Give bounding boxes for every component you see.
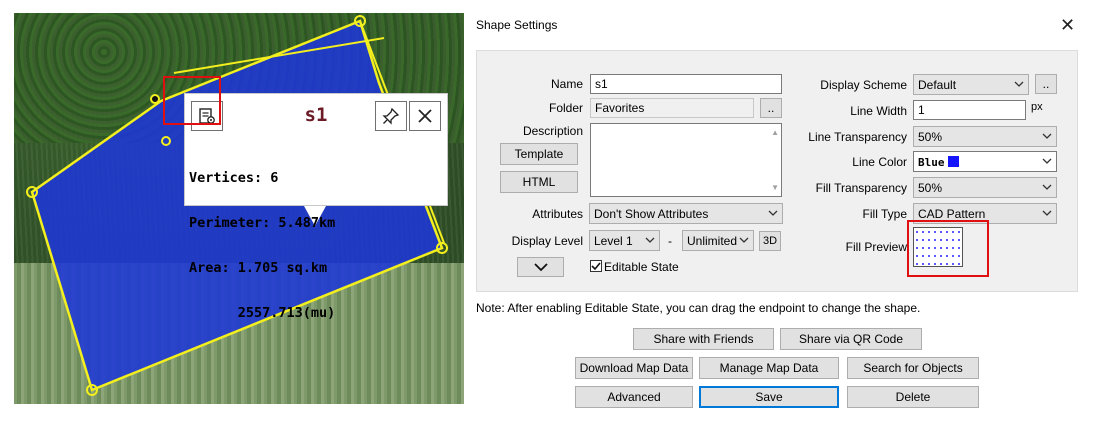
- stat-vertices: Vertices: 6: [189, 170, 279, 186]
- 3d-button[interactable]: 3D: [759, 231, 781, 251]
- html-button[interactable]: HTML: [500, 171, 578, 193]
- shape-settings-dialog: Shape Settings ✕ Name s1 Folder Favorite…: [470, 8, 1094, 443]
- dialog-title: Shape Settings: [476, 18, 558, 32]
- chevron-down-icon: [1042, 158, 1052, 164]
- display-scheme-value: Default: [918, 78, 957, 92]
- app-root: s1 Vertices: 6 Perimeter: 5.487km Area: …: [0, 0, 1094, 443]
- expand-button[interactable]: [517, 257, 564, 277]
- shape-info-popup: s1 Vertices: 6 Perimeter: 5.487km Area: …: [184, 93, 448, 321]
- chevron-down-icon: [645, 237, 655, 243]
- highlight-box: [907, 220, 989, 277]
- fill-type-label: Fill Type: [862, 207, 907, 221]
- editable-state-checkbox[interactable]: [590, 260, 602, 272]
- line-transparency-select[interactable]: 50%: [913, 126, 1057, 147]
- line-width-field[interactable]: 1: [913, 100, 1026, 120]
- popup-title: s1: [304, 104, 328, 126]
- pin-icon[interactable]: [375, 101, 407, 131]
- dialog-close-icon[interactable]: ✕: [1060, 16, 1075, 34]
- advanced-button[interactable]: Advanced: [575, 386, 693, 408]
- delete-button[interactable]: Delete: [847, 386, 979, 408]
- save-button[interactable]: Save: [699, 386, 839, 408]
- line-color-label: Line Color: [852, 155, 907, 169]
- stat-area-mu: 2557.713(mu): [189, 305, 336, 321]
- fill-transparency-value: 50%: [918, 181, 943, 195]
- template-button[interactable]: Template: [500, 143, 578, 165]
- editable-state-label[interactable]: Editable State: [604, 260, 679, 274]
- line-color-select[interactable]: Blue: [913, 151, 1057, 172]
- name-label: Name: [550, 77, 583, 91]
- display-level-label: Display Level: [511, 234, 583, 248]
- editable-state-note: Note: After enabling Editable State, you…: [476, 301, 921, 315]
- line-transparency-value: 50%: [918, 130, 943, 144]
- display-level-max-select[interactable]: Unlimited: [682, 230, 754, 251]
- display-scheme-label: Display Scheme: [820, 78, 907, 92]
- folder-field[interactable]: Favorites: [590, 98, 754, 118]
- close-icon[interactable]: [409, 101, 441, 131]
- display-scheme-more-button[interactable]: ..: [1035, 74, 1057, 94]
- chevron-down-icon: [1042, 133, 1052, 139]
- fill-transparency-label: Fill Transparency: [815, 181, 907, 195]
- download-map-data-button[interactable]: Download Map Data: [575, 357, 693, 379]
- line-color-swatch: [947, 156, 959, 167]
- manage-map-data-button[interactable]: Manage Map Data: [699, 357, 839, 379]
- scroll-up-icon[interactable]: ▲: [771, 128, 779, 137]
- line-color-value: Blue: [918, 156, 945, 169]
- highlight-box: [163, 76, 221, 125]
- display-level-max-value: Unlimited: [687, 234, 738, 248]
- fill-type-value: CAD Pattern: [918, 207, 986, 221]
- description-label: Description: [522, 124, 583, 138]
- popup-titlebar: s1: [185, 94, 447, 138]
- stat-area: Area: 1.705 sq.km: [189, 260, 328, 276]
- name-field[interactable]: s1: [590, 74, 782, 94]
- chevron-down-icon: [739, 237, 749, 243]
- display-level-value: Level 1: [594, 234, 633, 248]
- level-separator: -: [668, 234, 672, 248]
- chevron-down-icon: [1042, 210, 1052, 216]
- description-textarea[interactable]: ▲ ▼: [590, 123, 782, 197]
- map-view[interactable]: s1 Vertices: 6 Perimeter: 5.487km Area: …: [14, 13, 464, 404]
- share-qr-button[interactable]: Share via QR Code: [780, 328, 922, 350]
- fill-transparency-select[interactable]: 50%: [913, 177, 1057, 198]
- popup-stats: Vertices: 6 Perimeter: 5.487km Area: 1.7…: [189, 141, 335, 351]
- folder-label: Folder: [548, 101, 583, 115]
- attributes-select[interactable]: Don't Show Attributes: [589, 203, 783, 224]
- chevron-down-icon: [1042, 184, 1052, 190]
- display-scheme-select[interactable]: Default: [913, 74, 1029, 95]
- line-width-label: Line Width: [850, 104, 907, 118]
- chevron-down-icon: [533, 263, 548, 272]
- folder-browse-button[interactable]: ..: [760, 98, 782, 118]
- vertex-handle[interactable]: [150, 94, 160, 104]
- attributes-label: Attributes: [532, 207, 583, 221]
- line-width-unit: px: [1031, 101, 1043, 113]
- share-with-friends-button[interactable]: Share with Friends: [633, 328, 774, 350]
- search-objects-button[interactable]: Search for Objects: [847, 357, 979, 379]
- display-level-select[interactable]: Level 1: [589, 230, 660, 251]
- scroll-down-icon[interactable]: ▼: [771, 183, 779, 192]
- chevron-down-icon: [768, 210, 778, 216]
- fill-preview-label: Fill Preview: [845, 240, 907, 254]
- stat-perimeter: Perimeter: 5.487km: [189, 215, 336, 231]
- checkmark-icon: [591, 262, 601, 271]
- attributes-value: Don't Show Attributes: [594, 207, 709, 221]
- line-transparency-label: Line Transparency: [808, 130, 907, 144]
- settings-group: Name s1 Folder Favorites .. Description …: [476, 50, 1078, 292]
- chevron-down-icon: [1014, 81, 1024, 87]
